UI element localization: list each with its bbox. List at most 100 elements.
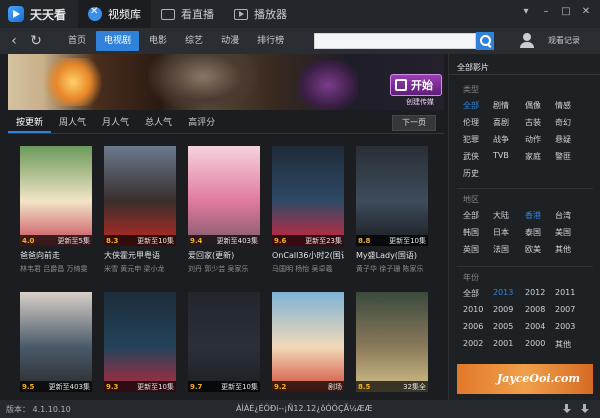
show-poster[interactable]: 9.4 更新至403集 — [188, 146, 260, 246]
show-card[interactable]: 9.4 更新至403集 爱回家(更新) 刘丹 郭少芸 吴家乐 — [188, 146, 260, 274]
show-poster[interactable]: 9.5 更新至403集 — [20, 292, 92, 392]
filter-option[interactable]: 全部 — [463, 288, 479, 299]
filter-option[interactable]: 香港 — [525, 210, 541, 221]
show-poster[interactable]: 8.3 更新至10集 — [104, 146, 176, 246]
filter-option[interactable]: 法国 — [493, 244, 509, 255]
filter-option[interactable]: 2000 — [525, 339, 545, 348]
nav-item-movies[interactable]: 电影 — [141, 31, 175, 51]
filter-option[interactable]: 美国 — [555, 227, 571, 238]
download-manager-icon[interactable] — [580, 404, 590, 414]
filter-option[interactable]: 2012 — [525, 288, 545, 297]
filter-option[interactable]: 喜剧 — [493, 117, 509, 128]
filter-option[interactable]: 家庭 — [525, 151, 541, 162]
filter-option[interactable]: 2005 — [493, 322, 513, 331]
show-card[interactable]: 8.5 32集全 — [356, 292, 428, 392]
sort-tab-total[interactable]: 总人气 — [137, 113, 180, 133]
filter-option[interactable]: 警匪 — [555, 151, 571, 162]
show-card[interactable]: 8.8 更新至10集 My盛Lady(国语) 黄子华 徐子珊 陈家乐 — [356, 146, 428, 274]
filter-option[interactable]: 全部 — [463, 210, 479, 221]
filter-option[interactable]: 欧美 — [525, 244, 541, 255]
download-icon[interactable] — [562, 404, 572, 414]
filter-option[interactable]: 武侠 — [463, 151, 479, 162]
refresh-icon[interactable]: ↻ — [28, 33, 44, 49]
show-card[interactable]: 8.3 更新至10集 大侠霍元甲粤语 米雪 黄元申 梁小龙 — [104, 146, 176, 274]
filter-option[interactable]: 2013 — [493, 288, 513, 297]
user-icon[interactable] — [520, 33, 534, 49]
close-icon[interactable]: ✕ — [578, 4, 594, 20]
filter-option[interactable]: 2003 — [555, 322, 575, 331]
sort-tab-weekly[interactable]: 周人气 — [51, 113, 94, 133]
filter-option[interactable]: 2008 — [525, 305, 545, 314]
menu-icon[interactable]: ▾ — [518, 4, 534, 20]
show-poster[interactable]: 9.7 更新至10集 — [188, 292, 260, 392]
filter-option[interactable]: 全部 — [463, 100, 479, 111]
show-card[interactable]: 4.0 更新至5集 爸爸向前走 林韦君 吕爵昌 万绮雯 — [20, 146, 92, 274]
next-page-button[interactable]: 下一页 — [392, 115, 436, 131]
show-title[interactable]: My盛Lady(国语) — [356, 250, 428, 261]
tab-video-library[interactable]: 视频库 — [78, 0, 151, 28]
filter-option[interactable]: 战争 — [493, 134, 509, 145]
filter-option[interactable]: 2011 — [555, 288, 575, 297]
filter-option[interactable]: 2010 — [463, 305, 483, 314]
filter-option[interactable]: 奇幻 — [555, 117, 571, 128]
promo-banner[interactable]: 开始 创建传媒 — [8, 54, 444, 110]
filter-option[interactable]: 伦理 — [463, 117, 479, 128]
nav-item-rankings[interactable]: 排行榜 — [249, 31, 292, 51]
filter-option[interactable]: 2007 — [555, 305, 575, 314]
show-card[interactable]: 9.5 更新至403集 — [20, 292, 92, 392]
filter-option[interactable]: 英国 — [463, 244, 479, 255]
show-title[interactable]: 爱回家(更新) — [188, 250, 260, 261]
filter-option[interactable]: 2004 — [525, 322, 545, 331]
show-poster[interactable]: 9.3 更新至10集 — [104, 292, 176, 392]
nav-item-home[interactable]: 首页 — [60, 31, 94, 51]
filter-option[interactable]: 其他 — [555, 339, 571, 350]
nav-item-variety[interactable]: 综艺 — [177, 31, 211, 51]
show-poster[interactable]: 4.0 更新至5集 — [20, 146, 92, 246]
filter-option[interactable]: 犯罪 — [463, 134, 479, 145]
filter-option[interactable]: 2001 — [493, 339, 513, 348]
filter-option[interactable]: 泰国 — [525, 227, 541, 238]
show-card[interactable]: 9.7 更新至10集 — [188, 292, 260, 392]
tab-live-tv[interactable]: 看直播 — [151, 0, 224, 28]
search-button[interactable] — [476, 32, 494, 50]
maximize-icon[interactable]: □ — [558, 4, 574, 20]
filter-option[interactable]: 日本 — [493, 227, 509, 238]
filter-option[interactable]: 2006 — [463, 322, 483, 331]
sort-tab-top-rated[interactable]: 高评分 — [180, 113, 223, 133]
show-card[interactable]: 9.6 更新至23集 OnCall36小时2(国语) 马国明 杨怡 吴卓羲 — [272, 146, 344, 274]
promo-ad[interactable]: JayceOoi.com — [457, 364, 593, 394]
filter-option[interactable]: 2009 — [493, 305, 513, 314]
tab-player[interactable]: 播放器 — [224, 0, 297, 28]
filter-option[interactable]: 悬疑 — [555, 134, 571, 145]
show-poster[interactable]: 9.6 更新至23集 — [272, 146, 344, 246]
show-card[interactable]: 9.3 更新至10集 — [104, 292, 176, 392]
show-card[interactable]: 9.2 剧场 — [272, 292, 344, 392]
show-poster[interactable]: 8.5 32集全 — [356, 292, 428, 392]
filter-option[interactable]: 台湾 — [555, 210, 571, 221]
show-title[interactable]: 大侠霍元甲粤语 — [104, 250, 176, 261]
minimize-icon[interactable]: – — [538, 4, 554, 20]
sort-tab-monthly[interactable]: 月人气 — [94, 113, 137, 133]
banner-start-button[interactable]: 开始 — [390, 74, 442, 96]
filter-option[interactable]: TVB — [493, 151, 509, 160]
filter-option[interactable]: 其他 — [555, 244, 571, 255]
filter-option[interactable]: 2002 — [463, 339, 483, 348]
search-input[interactable] — [314, 33, 476, 49]
filter-option[interactable]: 历史 — [463, 168, 479, 179]
filter-option[interactable]: 剧情 — [493, 100, 509, 111]
watch-history-link[interactable]: 观看记录 — [548, 35, 580, 46]
filter-option[interactable]: 动作 — [525, 134, 541, 145]
show-title[interactable]: 爸爸向前走 — [20, 250, 92, 261]
filter-option[interactable]: 大陆 — [493, 210, 509, 221]
show-poster[interactable]: 8.8 更新至10集 — [356, 146, 428, 246]
nav-item-anime[interactable]: 动漫 — [213, 31, 247, 51]
filter-option[interactable]: 偶像 — [525, 100, 541, 111]
sort-tab-latest[interactable]: 按更新 — [8, 113, 52, 133]
show-poster[interactable]: 9.2 剧场 — [272, 292, 344, 392]
filter-option[interactable]: 韩国 — [463, 227, 479, 238]
filter-option[interactable]: 古装 — [525, 117, 541, 128]
show-title[interactable]: OnCall36小时2(国语) — [272, 250, 344, 261]
nav-item-tv-series[interactable]: 电视剧 — [96, 31, 140, 51]
back-arrow-icon[interactable]: ‹ — [6, 33, 22, 49]
filter-option[interactable]: 情感 — [555, 100, 571, 111]
